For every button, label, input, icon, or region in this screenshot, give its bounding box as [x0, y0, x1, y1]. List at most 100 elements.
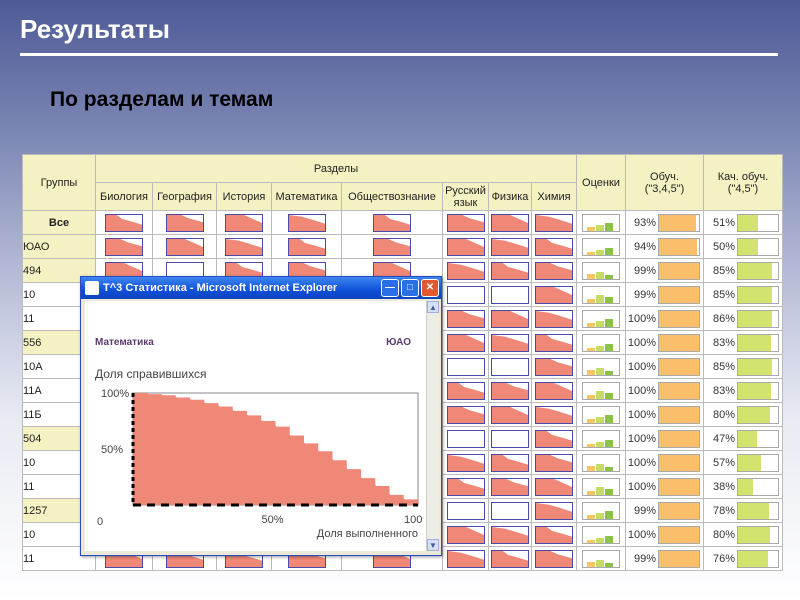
mini-chart[interactable]: [491, 549, 529, 568]
section-cell[interactable]: [531, 378, 577, 403]
section-cell[interactable]: [488, 498, 532, 523]
section-cell[interactable]: [341, 234, 443, 259]
grades-cell[interactable]: [576, 330, 626, 355]
grades-cell[interactable]: [576, 282, 626, 307]
section-cell[interactable]: [442, 450, 489, 475]
mini-chart[interactable]: [535, 549, 573, 568]
mini-chart[interactable]: [446, 261, 485, 280]
grades-chart[interactable]: [582, 525, 620, 544]
mini-chart[interactable]: [535, 333, 573, 352]
mini-chart[interactable]: [165, 237, 204, 256]
section-cell[interactable]: [488, 234, 532, 259]
mini-chart[interactable]: [491, 405, 529, 424]
section-cell[interactable]: [531, 450, 577, 475]
mini-chart[interactable]: [535, 477, 573, 496]
section-cell[interactable]: [442, 474, 489, 499]
mini-chart[interactable]: [446, 309, 485, 328]
mini-chart[interactable]: [287, 213, 326, 232]
section-cell[interactable]: [488, 522, 532, 547]
section-cell[interactable]: [531, 282, 577, 307]
mini-chart[interactable]: [446, 477, 485, 496]
grades-cell[interactable]: [576, 354, 626, 379]
section-cell[interactable]: [442, 354, 489, 379]
mini-chart[interactable]: [446, 381, 485, 400]
grades-chart[interactable]: [582, 453, 620, 472]
section-cell[interactable]: [442, 426, 489, 451]
mini-chart[interactable]: [535, 453, 573, 472]
group-cell[interactable]: ЮАО: [22, 234, 96, 259]
grades-cell[interactable]: [576, 498, 626, 523]
minimize-icon[interactable]: —: [381, 279, 399, 297]
mini-chart[interactable]: [491, 525, 529, 544]
grades-cell[interactable]: [576, 378, 626, 403]
mini-chart[interactable]: [535, 429, 573, 448]
mini-chart[interactable]: [446, 453, 485, 472]
mini-chart[interactable]: [535, 213, 573, 232]
section-cell[interactable]: [531, 522, 577, 547]
scroll-up-icon[interactable]: ▲: [427, 301, 439, 313]
group-cell[interactable]: Все: [22, 210, 96, 235]
grades-chart[interactable]: [582, 309, 620, 328]
mini-chart[interactable]: [446, 285, 485, 304]
section-cell[interactable]: [152, 234, 217, 259]
section-cell[interactable]: [488, 210, 532, 235]
mini-chart[interactable]: [373, 213, 411, 232]
mini-chart[interactable]: [446, 333, 485, 352]
section-cell[interactable]: [531, 210, 577, 235]
section-cell[interactable]: [442, 498, 489, 523]
mini-chart[interactable]: [535, 357, 573, 376]
mini-chart[interactable]: [491, 213, 529, 232]
mini-chart[interactable]: [535, 285, 573, 304]
mini-chart[interactable]: [535, 309, 573, 328]
mini-chart[interactable]: [535, 237, 573, 256]
section-cell[interactable]: [95, 210, 153, 235]
mini-chart[interactable]: [491, 237, 529, 256]
grades-chart[interactable]: [582, 213, 620, 232]
section-cell[interactable]: [442, 234, 489, 259]
ie-popup-window[interactable]: Т^3 Статистика - Microsoft Internet Expl…: [80, 276, 442, 556]
close-icon[interactable]: ✕: [421, 279, 439, 297]
section-cell[interactable]: [341, 210, 443, 235]
mini-chart[interactable]: [491, 453, 529, 472]
mini-chart[interactable]: [535, 501, 573, 520]
grades-chart[interactable]: [582, 333, 620, 352]
mini-chart[interactable]: [535, 261, 573, 280]
mini-chart[interactable]: [535, 381, 573, 400]
mini-chart[interactable]: [287, 237, 326, 256]
mini-chart[interactable]: [491, 429, 529, 448]
section-cell[interactable]: [95, 234, 153, 259]
section-cell[interactable]: [531, 330, 577, 355]
section-cell[interactable]: [442, 282, 489, 307]
mini-chart[interactable]: [446, 357, 485, 376]
mini-chart[interactable]: [225, 213, 263, 232]
section-cell[interactable]: [488, 258, 532, 283]
section-cell[interactable]: [442, 402, 489, 427]
section-cell[interactable]: [531, 546, 577, 571]
section-cell[interactable]: [531, 354, 577, 379]
grades-cell[interactable]: [576, 402, 626, 427]
mini-chart[interactable]: [535, 405, 573, 424]
mini-chart[interactable]: [491, 309, 529, 328]
mini-chart[interactable]: [491, 477, 529, 496]
mini-chart[interactable]: [446, 237, 485, 256]
mini-chart[interactable]: [165, 213, 204, 232]
mini-chart[interactable]: [373, 237, 411, 256]
section-cell[interactable]: [531, 426, 577, 451]
mini-chart[interactable]: [105, 237, 143, 256]
section-cell[interactable]: [442, 306, 489, 331]
grades-chart[interactable]: [582, 357, 620, 376]
grades-chart[interactable]: [582, 501, 620, 520]
section-cell[interactable]: [442, 546, 489, 571]
section-cell[interactable]: [152, 210, 217, 235]
section-cell[interactable]: [531, 498, 577, 523]
section-cell[interactable]: [488, 474, 532, 499]
section-cell[interactable]: [488, 378, 532, 403]
grades-cell[interactable]: [576, 426, 626, 451]
section-cell[interactable]: [216, 210, 272, 235]
section-cell[interactable]: [442, 330, 489, 355]
table-row[interactable]: Все 93% 51%: [22, 210, 783, 235]
mini-chart[interactable]: [446, 501, 485, 520]
grades-chart[interactable]: [582, 477, 620, 496]
section-cell[interactable]: [531, 474, 577, 499]
section-cell[interactable]: [488, 450, 532, 475]
